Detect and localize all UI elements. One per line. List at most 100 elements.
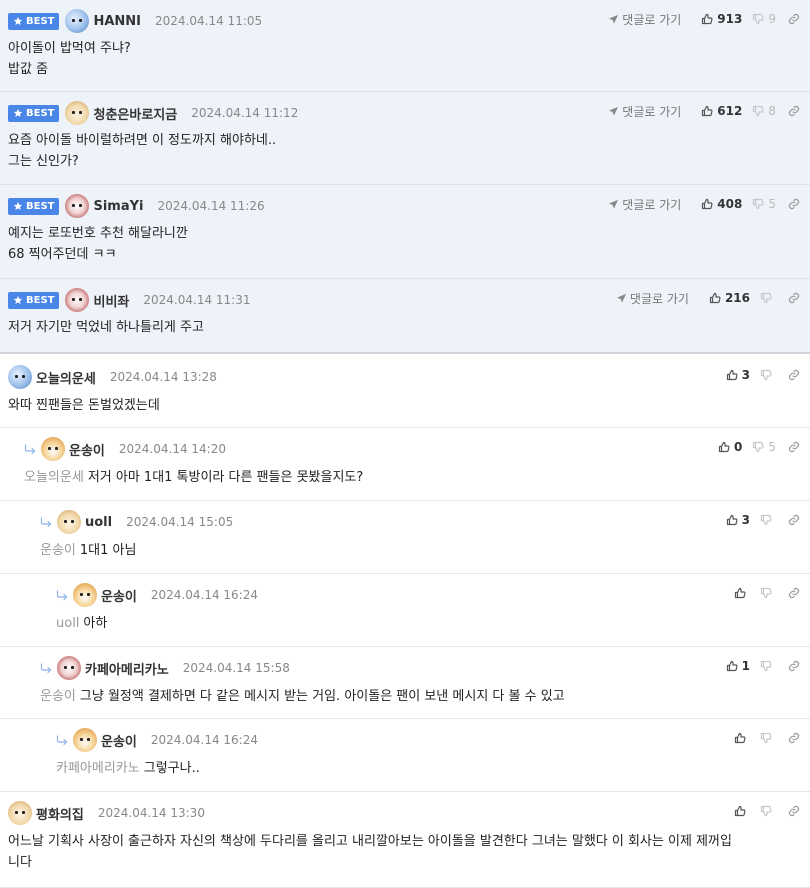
avatar[interactable] bbox=[8, 801, 32, 825]
downvote-button[interactable]: 9 bbox=[752, 12, 776, 26]
comment-list: BEST HANNI 2024.04.14 11:05 댓글로 가기 913 9 아이돌이 … bbox=[0, 0, 810, 888]
comment-date: 2024.04.14 11:31 bbox=[143, 293, 251, 307]
upvote-count: 408 bbox=[717, 197, 743, 211]
author-nickname[interactable]: 카페아메리카노 bbox=[85, 659, 169, 678]
copy-link-button[interactable] bbox=[788, 805, 800, 817]
upvote-button[interactable] bbox=[734, 732, 750, 744]
copy-link-button[interactable] bbox=[788, 441, 800, 453]
author-nickname[interactable]: 오늘의운세 bbox=[36, 368, 96, 387]
avatar[interactable] bbox=[73, 583, 97, 607]
comment-body: 운송이 그냥 월정액 결제하면 다 같은 메시지 받는 거임. 아이돌은 팬이 보… bbox=[40, 686, 802, 707]
upvote-button[interactable]: 3 bbox=[726, 368, 750, 382]
go-to-comment-link[interactable]: 댓글로 가기 bbox=[608, 196, 681, 213]
star-icon bbox=[13, 16, 23, 26]
comment-actions bbox=[724, 728, 800, 748]
thumbs-up-icon bbox=[734, 732, 746, 744]
author-nickname[interactable]: HANNI bbox=[93, 14, 141, 29]
author-nickname[interactable]: 운송이 bbox=[101, 731, 137, 750]
comment-actions: 댓글로 가기 913 9 bbox=[608, 9, 800, 29]
author-nickname[interactable]: uoll bbox=[85, 515, 112, 530]
copy-link-button[interactable] bbox=[788, 587, 800, 599]
thumbs-down-icon bbox=[760, 805, 772, 817]
avatar[interactable] bbox=[73, 728, 97, 752]
mention-nickname[interactable]: 오늘의운세 bbox=[24, 470, 84, 485]
star-icon bbox=[13, 201, 23, 211]
thumbs-down-icon bbox=[760, 660, 772, 672]
upvote-button[interactable] bbox=[734, 587, 750, 599]
best-badge: BEST bbox=[8, 197, 60, 215]
best-label: BEST bbox=[26, 294, 55, 306]
copy-link-button[interactable] bbox=[788, 514, 800, 526]
upvote-count: 3 bbox=[741, 368, 750, 382]
author-nickname[interactable]: 비비좌 bbox=[93, 291, 129, 310]
thumbs-down-icon bbox=[752, 441, 764, 453]
comment-item: 카페아메리카노 2024.04.14 15:58 1 운송이 그냥 월정액 결제하면 다… bbox=[0, 647, 810, 719]
downvote-button[interactable] bbox=[760, 805, 776, 817]
avatar[interactable] bbox=[57, 510, 81, 534]
mention-nickname[interactable]: 카페아메리카노 bbox=[56, 761, 140, 776]
upvote-button[interactable] bbox=[734, 805, 750, 817]
go-to-comment-link[interactable]: 댓글로 가기 bbox=[616, 290, 689, 307]
avatar[interactable] bbox=[57, 656, 81, 680]
downvote-button[interactable] bbox=[760, 292, 776, 304]
avatar[interactable] bbox=[65, 288, 90, 312]
comment-item: 운송이 2024.04.14 16:24 uoll 아하 bbox=[0, 574, 810, 647]
upvote-button[interactable]: 612 bbox=[701, 104, 742, 118]
comment-body: 운송이 1대1 아님 bbox=[40, 540, 802, 561]
avatar[interactable] bbox=[65, 9, 90, 33]
copy-link-button[interactable] bbox=[788, 660, 800, 672]
upvote-count: 1 bbox=[741, 659, 750, 673]
author-nickname[interactable]: 운송이 bbox=[69, 440, 105, 459]
comment-actions bbox=[724, 801, 800, 821]
comment-actions: 3 bbox=[716, 365, 800, 385]
mention-nickname[interactable]: 운송이 bbox=[40, 689, 76, 704]
comment-body: 카페아메리카노 그렇구나.. bbox=[56, 758, 802, 779]
link-icon bbox=[788, 805, 800, 817]
downvote-button[interactable] bbox=[760, 587, 776, 599]
copy-link-button[interactable] bbox=[788, 292, 800, 304]
author-nickname[interactable]: 운송이 bbox=[101, 586, 137, 605]
go-to-comment-label: 댓글로 가기 bbox=[629, 291, 689, 306]
upvote-button[interactable]: 913 bbox=[701, 12, 742, 26]
copy-link-button[interactable] bbox=[788, 105, 800, 117]
downvote-button[interactable] bbox=[760, 514, 776, 526]
avatar[interactable] bbox=[65, 194, 90, 218]
comment-header: uoll 2024.04.14 15:05 bbox=[40, 510, 233, 534]
upvote-button[interactable]: 408 bbox=[701, 197, 742, 211]
author-nickname[interactable]: SimaYi bbox=[93, 199, 143, 214]
avatar[interactable] bbox=[41, 437, 65, 461]
upvote-button[interactable]: 3 bbox=[726, 513, 750, 527]
comment-item: BEST 비비좌 2024.04.14 11:31 댓글로 가기 216 저거 자기만 먹… bbox=[0, 279, 810, 354]
reply-arrow-icon bbox=[24, 443, 37, 455]
avatar[interactable] bbox=[8, 365, 32, 389]
comment-actions: 댓글로 가기 408 5 bbox=[608, 194, 800, 214]
mention-nickname[interactable]: 운송이 bbox=[40, 543, 76, 558]
best-label: BEST bbox=[26, 200, 55, 212]
downvote-button[interactable] bbox=[760, 660, 776, 672]
mention-nickname[interactable]: uoll bbox=[56, 616, 79, 631]
upvote-count: 0 bbox=[734, 440, 743, 454]
comment-body: 아이돌이 밥먹여 주냐? 밥값 줌 bbox=[8, 38, 802, 80]
upvote-button[interactable]: 1 bbox=[726, 659, 750, 673]
copy-link-button[interactable] bbox=[788, 732, 800, 744]
comment-text: 예지는 로또번호 추천 해달라니깐 68 찍어주던데 ㅋㅋ bbox=[8, 226, 188, 262]
send-icon bbox=[608, 199, 622, 210]
avatar[interactable] bbox=[65, 101, 90, 125]
copy-link-button[interactable] bbox=[788, 13, 800, 25]
comment-date: 2024.04.14 14:20 bbox=[118, 442, 226, 456]
copy-link-button[interactable] bbox=[788, 198, 800, 210]
copy-link-button[interactable] bbox=[788, 369, 800, 381]
comment-item: BEST 청춘은바로지금 2024.04.14 11:12 댓글로 가기 612 8 요즘 … bbox=[0, 92, 810, 185]
author-nickname[interactable]: 청춘은바로지금 bbox=[93, 104, 177, 123]
downvote-button[interactable] bbox=[760, 732, 776, 744]
downvote-button[interactable]: 5 bbox=[752, 440, 776, 454]
downvote-button[interactable] bbox=[760, 369, 776, 381]
downvote-button[interactable]: 8 bbox=[752, 104, 776, 118]
author-nickname[interactable]: 평화의집 bbox=[36, 804, 84, 823]
downvote-button[interactable]: 5 bbox=[752, 197, 776, 211]
upvote-button[interactable]: 216 bbox=[709, 291, 750, 305]
go-to-comment-link[interactable]: 댓글로 가기 bbox=[608, 11, 681, 28]
thumbs-up-icon bbox=[701, 13, 713, 25]
go-to-comment-link[interactable]: 댓글로 가기 bbox=[608, 103, 681, 120]
upvote-button[interactable]: 0 bbox=[718, 440, 742, 454]
